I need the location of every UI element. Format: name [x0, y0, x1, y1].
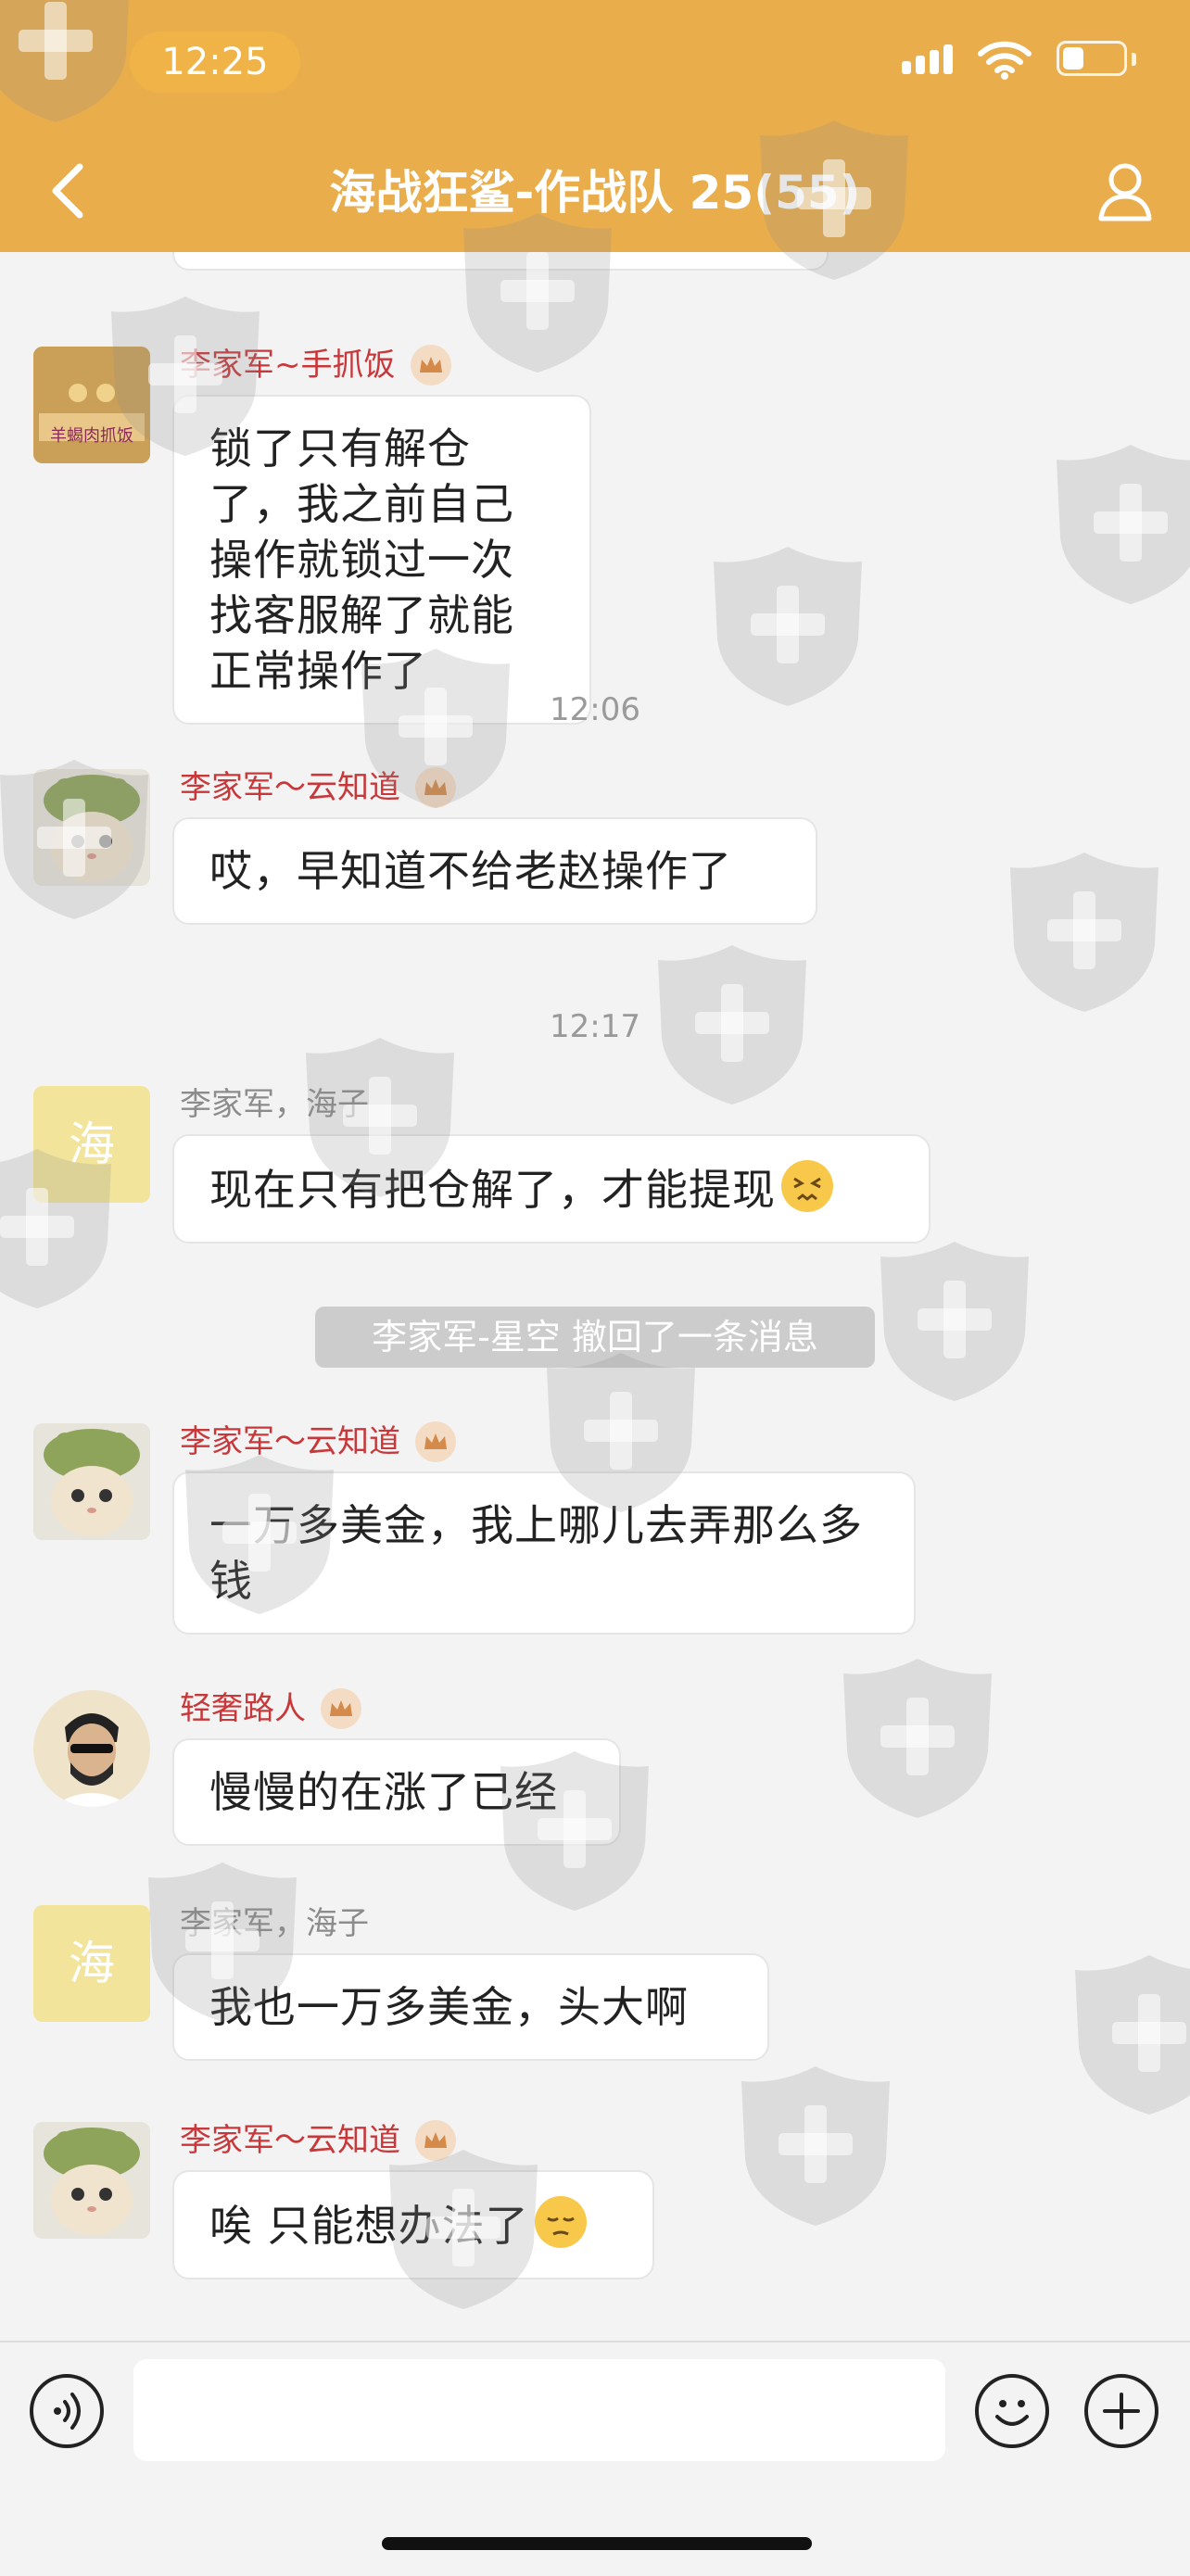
status-icons	[902, 39, 1136, 80]
sender-row: 李家军～云知道	[180, 2116, 456, 2165]
sender-row: 李家军～云知道	[180, 1418, 456, 1466]
avatar[interactable]	[33, 2122, 150, 2239]
avatar[interactable]: 海	[33, 1905, 150, 2022]
avatar[interactable]	[33, 1423, 150, 1540]
crown-badge-icon	[415, 767, 456, 808]
chat-header: 12:25 海战狂鲨-作战队 25(55)	[0, 0, 1190, 252]
sender-row: 李家军～云知道	[180, 764, 456, 812]
message-text: 锁了只有解仓了，我之前自己操作就锁过一次找客服解了就能正常操作了	[209, 423, 514, 696]
message-bubble[interactable]: 慢慢的在涨了已经	[172, 1738, 621, 1846]
message-bubble[interactable]: 一万多美金，我上哪儿去弄那么多钱	[172, 1471, 916, 1635]
message-bubble[interactable]: 现在只有把仓解了，才能提现	[172, 1134, 930, 1244]
sender-row: 轻奢路人	[180, 1685, 361, 1733]
avatar[interactable]: 羊蝎肉抓饭	[33, 347, 150, 463]
sender-name[interactable]: 李家军~手抓饭	[180, 341, 396, 389]
avatar[interactable]: 海	[33, 1086, 150, 1203]
message-bubble[interactable]: 我也一万多美金，头大啊	[172, 1953, 769, 2061]
timestamp: 12:17	[550, 1008, 640, 1045]
sender-name[interactable]: 轻奢路人	[180, 1685, 306, 1733]
plus-icon	[1103, 2393, 1140, 2430]
recall-notice: 李家军-星空 撤回了一条消息	[315, 1307, 875, 1368]
chat-messages[interactable]: 羊蝎肉抓饭 李家军~手抓饭 锁了只有解仓了，我之前自己操作就锁过一次找客服解了就…	[0, 252, 1190, 2339]
status-time: 12:25	[130, 32, 300, 93]
avatar-label: 羊蝎肉抓饭	[50, 426, 133, 446]
voice-icon	[54, 2393, 81, 2430]
message-bubble-partial	[172, 252, 829, 271]
more-actions-button[interactable]	[1084, 2374, 1158, 2448]
pensive-face-emoji-icon	[534, 2196, 587, 2248]
message-text: 慢慢的在涨了已经	[209, 1767, 558, 1817]
message-bubble[interactable]: 唉 只能想办法了	[172, 2170, 654, 2279]
crown-badge-icon	[415, 1421, 456, 1462]
timestamp: 12:06	[550, 691, 640, 728]
sender-name[interactable]: 李家军～云知道	[180, 1418, 400, 1466]
crown-badge-icon	[410, 345, 451, 385]
smiley-icon	[995, 2400, 1029, 2426]
signal-icon	[902, 44, 953, 74]
sender-name[interactable]: 李家军～云知道	[180, 764, 400, 812]
message-text: 唉 只能想办法了	[209, 2201, 529, 2251]
avatar[interactable]	[33, 769, 150, 886]
wifi-icon	[978, 41, 1032, 80]
message-bubble[interactable]: 哎，早知道不给老赵操作了	[172, 817, 817, 925]
message-input[interactable]	[133, 2359, 945, 2461]
chat-title: 海战狂鲨-作战队 25(55)	[329, 166, 861, 220]
message-bubble[interactable]: 锁了只有解仓了，我之前自己操作就锁过一次找客服解了就能正常操作了	[172, 395, 591, 725]
persevering-face-emoji-icon	[781, 1160, 833, 1212]
message-text: 我也一万多美金，头大啊	[209, 1982, 689, 2032]
emoji-button[interactable]	[975, 2374, 1049, 2448]
voice-input-button[interactable]	[30, 2374, 104, 2448]
sender-name[interactable]: 李家军～云知道	[180, 2116, 400, 2165]
crown-badge-icon	[415, 2120, 456, 2161]
sender-row: 李家军，海子	[180, 1900, 369, 1948]
sender-name[interactable]: 李家军，海子	[180, 1080, 369, 1129]
battery-icon	[1057, 41, 1136, 78]
home-indicator[interactable]	[382, 2537, 812, 2550]
sender-row: 李家军~手抓饭	[180, 341, 451, 389]
message-text: 一万多美金，我上哪儿去弄那么多钱	[209, 1500, 863, 1606]
message-text: 现在只有把仓解了，才能提现	[209, 1165, 776, 1215]
avatar[interactable]	[33, 1690, 150, 1807]
sender-name[interactable]: 李家军，海子	[180, 1900, 369, 1948]
group-profile-icon[interactable]	[1088, 156, 1162, 230]
message-text: 哎，早知道不给老赵操作了	[209, 846, 732, 896]
sender-row: 李家军，海子	[180, 1080, 369, 1129]
back-chevron-icon[interactable]	[37, 154, 102, 228]
crown-badge-icon	[321, 1688, 361, 1729]
